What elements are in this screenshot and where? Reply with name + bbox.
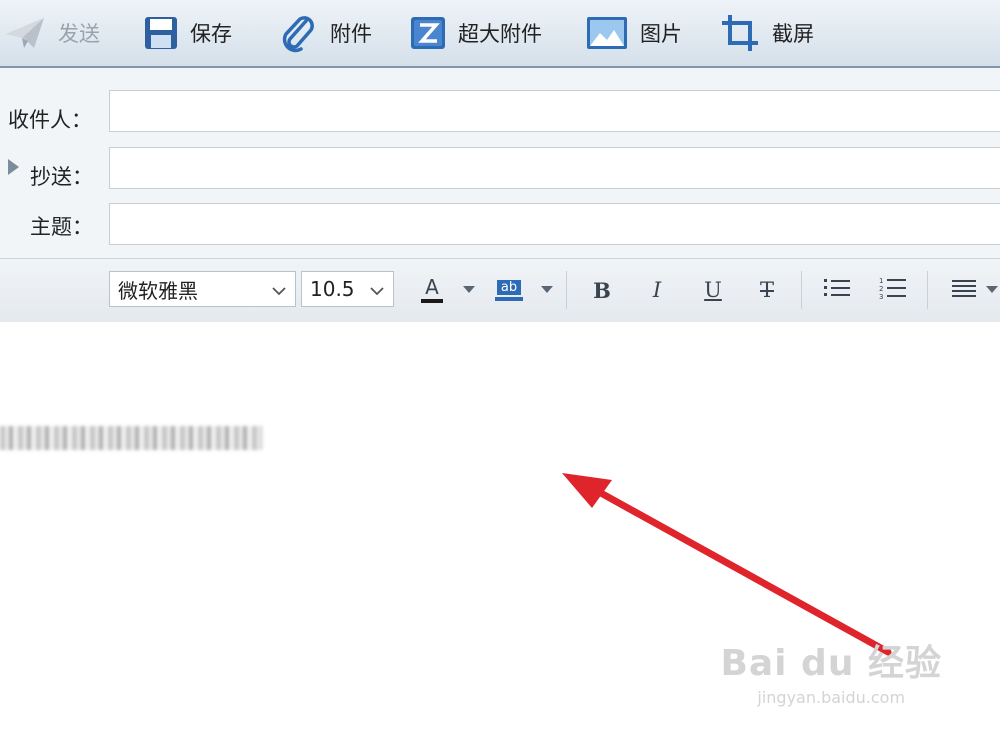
- screenshot-button[interactable]: 截屏: [720, 0, 814, 66]
- font-family-value: 微软雅黑: [118, 278, 198, 303]
- font-color-button[interactable]: A: [418, 273, 446, 307]
- large-file-icon: [410, 16, 446, 50]
- chevron-down-icon: [369, 280, 385, 304]
- image-label: 图片: [640, 22, 682, 46]
- highlight-dropdown-icon[interactable]: [541, 286, 553, 293]
- attachment-button[interactable]: 附件: [278, 0, 372, 66]
- to-input[interactable]: [109, 90, 1000, 132]
- expand-cc-arrow-icon[interactable]: [8, 159, 19, 175]
- bold-button[interactable]: B: [588, 273, 616, 307]
- toolbar-divider: [566, 271, 567, 309]
- save-button[interactable]: 保存: [144, 0, 232, 66]
- italic-button[interactable]: I: [643, 273, 671, 307]
- crop-icon: [720, 13, 760, 53]
- message-body-editor[interactable]: Bai du 经验 jingyan.baidu.com: [0, 322, 1000, 729]
- svg-text:2: 2: [879, 285, 883, 293]
- underline-button[interactable]: U: [699, 273, 727, 307]
- svg-text:1: 1: [879, 277, 883, 285]
- screenshot-label: 截屏: [772, 22, 814, 46]
- toolbar-divider: [801, 271, 802, 309]
- image-icon: [586, 16, 628, 50]
- highlight-icon: ab: [495, 279, 523, 301]
- strikethrough-button[interactable]: T: [753, 273, 781, 307]
- subject-label: 主题：: [30, 215, 93, 239]
- highlight-color-button[interactable]: ab: [492, 273, 526, 307]
- font-size-value: 10.5: [310, 277, 355, 301]
- to-label: 收件人：: [8, 108, 92, 132]
- large-attachment-label: 超大附件: [458, 22, 542, 46]
- cc-input[interactable]: [109, 147, 1000, 189]
- paper-plane-icon: [4, 16, 46, 50]
- chevron-down-icon: [271, 280, 287, 304]
- align-dropdown-icon[interactable]: [986, 286, 998, 293]
- font-size-select[interactable]: 10.5: [301, 271, 394, 307]
- bullet-list-icon: [823, 277, 851, 303]
- font-family-select[interactable]: 微软雅黑: [109, 271, 296, 307]
- bold-icon: B: [593, 277, 611, 303]
- svg-text:3: 3: [879, 293, 883, 300]
- font-color-icon: A: [421, 277, 443, 303]
- toolbar-divider: [927, 271, 928, 309]
- large-attachment-button[interactable]: 超大附件: [410, 0, 542, 66]
- paperclip-icon: [278, 13, 318, 53]
- strikethrough-icon: T: [759, 278, 774, 302]
- compose-toolbar: 发送 保存 附件 超大附件 图片 截屏: [0, 0, 1000, 68]
- baidu-watermark: Bai du 经验 jingyan.baidu.com: [720, 634, 942, 707]
- align-icon: [951, 278, 977, 302]
- font-color-dropdown-icon[interactable]: [463, 286, 475, 293]
- save-label: 保存: [190, 22, 232, 46]
- align-button[interactable]: [949, 273, 979, 307]
- send-button[interactable]: 发送: [4, 0, 100, 66]
- format-toolbar: 微软雅黑 10.5 A ab B I U T 1 2 3: [0, 258, 1000, 323]
- send-label: 发送: [58, 22, 100, 46]
- bullet-list-button[interactable]: [822, 273, 852, 307]
- watermark-url: jingyan.baidu.com: [757, 688, 906, 707]
- subject-input[interactable]: [109, 203, 1000, 245]
- numbered-list-icon: 1 2 3: [879, 276, 907, 304]
- watermark-brand: Bai du 经验: [720, 643, 942, 684]
- floppy-disk-icon: [144, 16, 178, 50]
- numbered-list-button[interactable]: 1 2 3: [878, 273, 908, 307]
- attachment-label: 附件: [330, 22, 372, 46]
- italic-icon: I: [652, 278, 662, 302]
- underline-icon: U: [704, 278, 722, 302]
- image-button[interactable]: 图片: [586, 0, 682, 66]
- cc-label: 抄送：: [30, 165, 93, 189]
